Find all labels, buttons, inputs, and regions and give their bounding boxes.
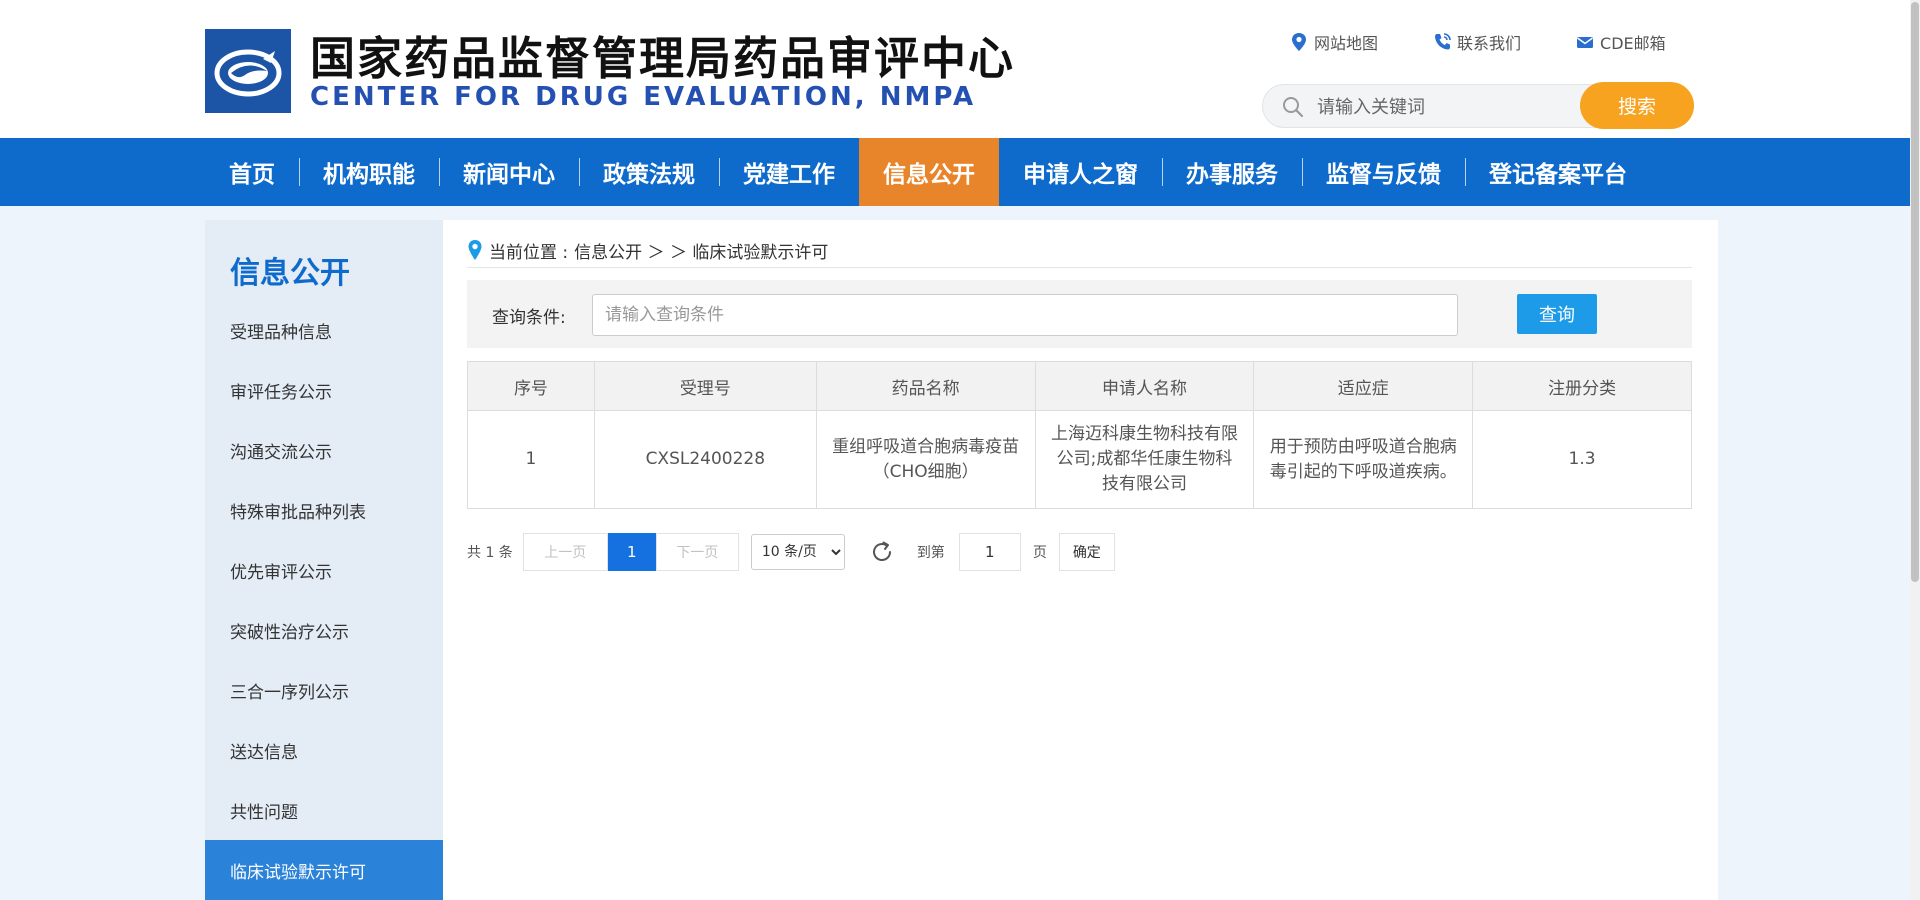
top-links: 网站地图 联系我们 CDE邮箱: [1290, 30, 1666, 54]
cell-indication: 用于预防由呼吸道合胞病毒引起的下呼吸道疾病。: [1253, 410, 1474, 509]
goto-confirm-button[interactable]: 确定: [1058, 533, 1115, 571]
cde-logo[interactable]: [205, 29, 291, 113]
sidebar-item-common-issues[interactable]: 共性问题: [205, 780, 443, 840]
sidebar-item-accepted-varieties[interactable]: 受理品种信息: [205, 300, 443, 360]
total-count: 共 1 条: [467, 545, 513, 561]
nav-item-policy[interactable]: 政策法规: [579, 138, 719, 206]
sidebar-item-three-in-one[interactable]: 三合一序列公示: [205, 660, 443, 720]
breadcrumb-divider: [467, 267, 1692, 268]
nav-items: 首页 机构职能 新闻中心 政策法规 党建工作 信息公开 申请人之窗 办事服务 监…: [205, 138, 1651, 206]
refresh-icon[interactable]: [869, 539, 895, 565]
nav-item-feedback[interactable]: 监督与反馈: [1302, 138, 1465, 206]
main-container: 信息公开 受理品种信息 审评任务公示 沟通交流公示 特殊审批品种列表 优先审评公…: [205, 220, 1718, 900]
nav-item-party[interactable]: 党建工作: [719, 138, 859, 206]
results-table: 序号 受理号 药品名称 申请人名称 适应症 注册分类 1 CXSL2400228…: [467, 361, 1692, 509]
sidebar-item-review-tasks[interactable]: 审评任务公示: [205, 360, 443, 420]
cell-applicant: 上海迈科康生物科技有限公司;成都华任康生物科技有限公司: [1034, 410, 1255, 509]
column-header-applicant: 申请人名称: [1034, 361, 1255, 411]
cell-drug-name: 重组呼吸道合胞病毒疫苗（CHO细胞）: [815, 410, 1036, 509]
nav-item-services[interactable]: 办事服务: [1162, 138, 1302, 206]
site-title-en: CENTER FOR DRUG EVALUATION, NMPA: [310, 82, 977, 112]
column-header-index: 序号: [467, 361, 595, 411]
breadcrumb-path[interactable]: 信息公开 ＞ ＞ 临床试验默示许可: [574, 238, 828, 263]
pagination: 共 1 条 上一页 1 下一页 10 条/页 到第 页 确定: [467, 533, 1115, 571]
cell-acceptance-no: CXSL2400228: [593, 410, 817, 509]
table-header-row: 序号 受理号 药品名称 申请人名称 适应症 注册分类: [467, 361, 1692, 411]
search-input[interactable]: [1317, 91, 1557, 123]
contact-link[interactable]: 联系我们: [1433, 30, 1521, 54]
prev-page-button[interactable]: 上一页: [522, 533, 608, 571]
cell-registration-class: 1.3: [1472, 410, 1692, 509]
nav-item-registration[interactable]: 登记备案平台: [1465, 138, 1651, 206]
sidebar-item-priority-review[interactable]: 优先审评公示: [205, 540, 443, 600]
column-header-drug-name: 药品名称: [815, 361, 1036, 411]
page-unit-label: 页: [1032, 545, 1047, 561]
sidebar-title: 信息公开: [230, 256, 350, 291]
mail-icon: [1577, 37, 1594, 48]
sitemap-label: 网站地图: [1314, 34, 1379, 53]
page-number-current[interactable]: 1: [607, 533, 656, 571]
cde-mail-label: CDE邮箱: [1600, 34, 1666, 53]
goto-page-input[interactable]: [958, 533, 1021, 571]
cde-mail-link[interactable]: CDE邮箱: [1576, 30, 1666, 54]
query-input[interactable]: [592, 294, 1458, 336]
sidebar-item-breakthrough[interactable]: 突破性治疗公示: [205, 600, 443, 660]
cell-index: 1: [467, 410, 595, 509]
site-title-cn: 国家药品监督管理局药品审评中心: [310, 32, 1016, 85]
logo-emblem-icon: [205, 29, 291, 113]
column-header-registration-class: 注册分类: [1472, 361, 1692, 411]
site-header: 国家药品监督管理局药品审评中心 CENTER FOR DRUG EVALUATI…: [0, 0, 1910, 138]
query-label: 查询条件:: [492, 308, 566, 328]
sidebar-item-delivery[interactable]: 送达信息: [205, 720, 443, 780]
content-area: 当前位置 : 信息公开 ＞ ＞ 临床试验默示许可 查询条件: 查询 序号 受理号…: [467, 220, 1692, 900]
page-scrollbar[interactable]: [1910, 0, 1920, 900]
search-icon: [1283, 97, 1304, 118]
sitemap-link[interactable]: 网站地图: [1290, 30, 1378, 54]
query-panel: 查询条件: 查询: [467, 280, 1692, 348]
location-pin-icon: [1292, 33, 1306, 51]
column-header-indication: 适应症: [1253, 361, 1474, 411]
query-button[interactable]: 查询: [1517, 294, 1597, 334]
table-row: 1 CXSL2400228 重组呼吸道合胞病毒疫苗（CHO细胞） 上海迈科康生物…: [467, 410, 1692, 509]
goto-label: 到第: [916, 545, 945, 561]
scrollbar-thumb[interactable]: [1911, 2, 1919, 582]
sidebar-item-communication[interactable]: 沟通交流公示: [205, 420, 443, 480]
nav-item-info-disclosure[interactable]: 信息公开: [859, 138, 999, 206]
sidebar-item-clinical-trial-permission[interactable]: 临床试验默示许可: [205, 840, 443, 900]
nav-item-functions[interactable]: 机构职能: [299, 138, 439, 206]
contact-label: 联系我们: [1457, 34, 1522, 53]
main-nav: 首页 机构职能 新闻中心 政策法规 党建工作 信息公开 申请人之窗 办事服务 监…: [0, 138, 1910, 206]
nav-item-home[interactable]: 首页: [205, 138, 299, 206]
search-button[interactable]: 搜索: [1580, 82, 1694, 129]
page-size-select[interactable]: 10 条/页: [750, 534, 845, 570]
column-header-acceptance-no: 受理号: [593, 361, 817, 411]
sidebar: 信息公开 受理品种信息 审评任务公示 沟通交流公示 特殊审批品种列表 优先审评公…: [205, 220, 443, 900]
breadcrumb: 当前位置 : 信息公开 ＞ ＞ 临床试验默示许可: [467, 236, 828, 264]
nav-item-applicant[interactable]: 申请人之窗: [999, 138, 1162, 206]
nav-item-news[interactable]: 新闻中心: [439, 138, 579, 206]
sidebar-item-special-approval[interactable]: 特殊审批品种列表: [205, 480, 443, 540]
next-page-button[interactable]: 下一页: [655, 533, 739, 571]
location-pin-icon: [468, 240, 482, 260]
breadcrumb-prefix: 当前位置 :: [489, 242, 569, 263]
phone-icon: [1435, 33, 1451, 50]
